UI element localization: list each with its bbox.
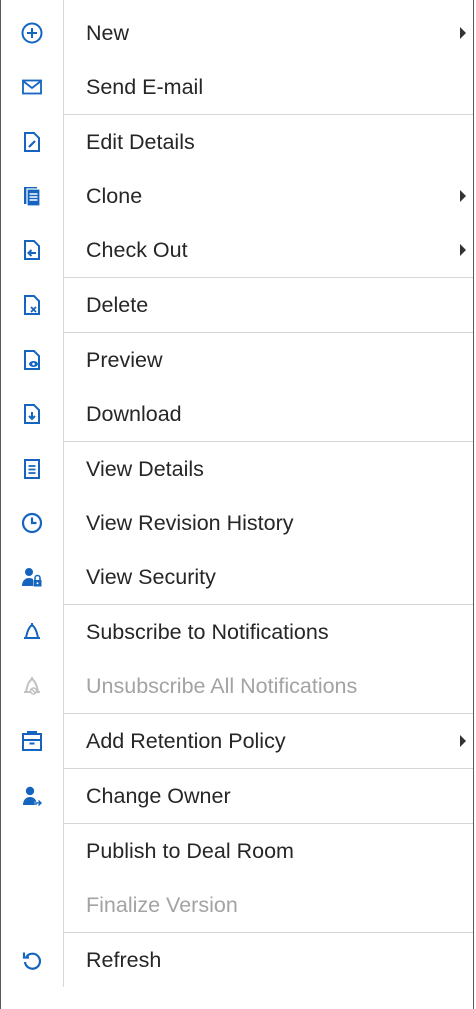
user-change-icon: [20, 784, 44, 808]
menu-item-label: View Security: [86, 565, 216, 589]
menu-item-download[interactable]: Download: [1, 387, 473, 441]
menu-item-publish-deal-room[interactable]: Publish to Deal Room: [1, 824, 473, 878]
menu-item-label: Download: [86, 402, 182, 426]
envelope-icon: [20, 75, 44, 99]
details-list-icon: [20, 457, 44, 481]
refresh-icon: [20, 948, 44, 972]
submenu-arrow-icon: [460, 735, 466, 747]
menu-item-new[interactable]: New: [1, 6, 473, 60]
menu-item-refresh[interactable]: Refresh: [1, 933, 473, 987]
document-download-icon: [20, 402, 44, 426]
retention-box-icon: [20, 729, 44, 753]
menu-item-view-security[interactable]: View Security: [1, 550, 473, 604]
menu-item-label: Change Owner: [86, 784, 231, 808]
menu-item-label: Subscribe to Notifications: [86, 620, 329, 644]
bell-icon: [20, 620, 44, 644]
menu-item-label: New: [86, 21, 130, 45]
menu-item-change-owner[interactable]: Change Owner: [1, 769, 473, 823]
clock-icon: [20, 511, 44, 535]
menu-item-preview[interactable]: Preview: [1, 333, 473, 387]
submenu-arrow-icon: [460, 190, 466, 202]
menu-item-add-retention-policy[interactable]: Add Retention Policy: [1, 714, 473, 768]
menu-item-unsubscribe-all-notifications: Unsubscribe All Notifications: [1, 659, 473, 713]
bell-off-icon: [20, 674, 44, 698]
context-menu: New Send E-mail Edit Details Clone Check…: [0, 0, 474, 1009]
menu-item-label: Preview: [86, 348, 163, 372]
menu-item-clone[interactable]: Clone: [1, 169, 473, 223]
document-clone-icon: [20, 184, 44, 208]
submenu-arrow-icon: [460, 244, 466, 256]
menu-item-label: View Details: [86, 457, 204, 481]
menu-item-label: Publish to Deal Room: [86, 839, 294, 863]
menu-item-label: Add Retention Policy: [86, 729, 286, 753]
menu-item-label: Check Out: [86, 238, 188, 262]
submenu-arrow-icon: [460, 27, 466, 39]
menu-item-delete[interactable]: Delete: [1, 278, 473, 332]
menu-item-subscribe-notifications[interactable]: Subscribe to Notifications: [1, 605, 473, 659]
menu-item-label: Unsubscribe All Notifications: [86, 674, 358, 698]
document-edit-icon: [20, 130, 44, 154]
menu-item-label: Clone: [86, 184, 143, 208]
menu-item-check-out[interactable]: Check Out: [1, 223, 473, 277]
menu-item-label: Finalize Version: [86, 893, 238, 917]
document-preview-icon: [20, 348, 44, 372]
menu-item-label: Send E-mail: [86, 75, 204, 99]
menu-item-edit-details[interactable]: Edit Details: [1, 115, 473, 169]
menu-item-label: Refresh: [86, 948, 162, 972]
menu-item-finalize-version: Finalize Version: [1, 878, 473, 932]
document-checkout-icon: [20, 238, 44, 262]
plus-circle-icon: [20, 21, 44, 45]
user-lock-icon: [20, 565, 44, 589]
menu-item-view-details[interactable]: View Details: [1, 442, 473, 496]
menu-item-label: Edit Details: [86, 130, 195, 154]
menu-item-send-email[interactable]: Send E-mail: [1, 60, 473, 114]
menu-item-label: Delete: [86, 293, 149, 317]
document-delete-icon: [20, 293, 44, 317]
menu-item-label: View Revision History: [86, 511, 294, 535]
menu-item-view-revision-history[interactable]: View Revision History: [1, 496, 473, 550]
